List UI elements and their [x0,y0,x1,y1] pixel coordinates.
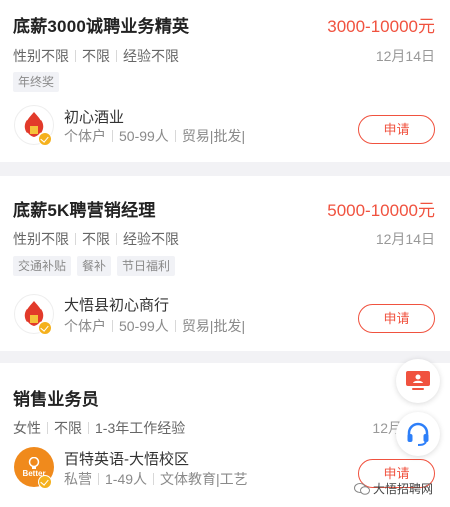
job-tag: 交通补贴 [13,256,72,276]
req-education: 不限 [54,420,82,436]
lightbulb-icon [28,456,40,469]
job-title[interactable]: 底薪5K聘营销经理 [13,196,156,221]
job-salary: 3000-10000元 [327,17,435,36]
company-size: 50-99人 [119,318,169,334]
floating-service-button[interactable] [396,412,440,456]
floating-resume-button[interactable] [396,359,440,403]
apply-button[interactable]: 申请 [358,115,435,144]
job-date: 12月14日 [375,48,435,64]
company-info: 私营 1-49人 文体教育|工艺 [64,469,248,489]
headset-icon [407,422,429,446]
job-card[interactable]: 底薪3000诚聘业务精英 3000-10000元 性别不限 不限 经验不限 12月1… [0,0,450,162]
company-industry: 贸易|批发| [181,128,246,144]
job-card[interactable]: 底薪5K聘营销经理 5000-10000元 性别不限 不限 经验不限 12月14日 … [0,176,450,351]
company-size: 50-99人 [119,128,169,144]
verified-badge-icon [38,132,52,146]
job-tag: 节日福利 [117,256,176,276]
req-gender: 女性 [13,420,41,436]
verified-badge-icon [38,475,52,489]
job-tag: 餐补 [77,256,112,276]
job-tags: 年终奖 [13,72,60,92]
company-type: 个体户 [64,128,106,144]
company-type: 私营 [64,471,92,487]
company-name[interactable]: 百特英语-大悟校区 [64,448,189,469]
company-info: 个体户 50-99人 贸易|批发| [64,316,245,336]
req-experience: 1-3年工作经验 [95,420,186,436]
job-title[interactable]: 底薪3000诚聘业务精英 [13,12,189,37]
apply-button[interactable]: 申请 [358,304,435,333]
job-tag: 年终奖 [13,72,60,92]
job-date: 12月14日 [375,231,435,247]
req-education: 不限 [82,231,110,247]
job-title[interactable]: 销售业务员 [13,385,99,410]
req-gender: 性别不限 [13,48,69,64]
watermark: 大悟招聘网 [354,480,433,497]
req-experience: 经验不限 [123,48,179,64]
company-name[interactable]: 初心酒业 [64,106,124,127]
verified-badge-icon [38,321,52,335]
monitor-icon [406,371,430,390]
job-salary: 5000-10000元 [327,201,435,220]
watermark-text: 大悟招聘网 [373,482,434,496]
wechat-icon [354,482,370,495]
company-industry: 文体教育|工艺 [160,471,248,487]
req-education: 不限 [82,48,110,64]
job-requirements: 性别不限 不限 经验不限 [13,46,179,66]
company-name[interactable]: 大悟县初心商行 [64,294,169,315]
company-size: 1-49人 [105,471,148,487]
job-requirements: 性别不限 不限 经验不限 [13,229,179,249]
req-experience: 经验不限 [123,231,179,247]
job-requirements: 女性 不限 1-3年工作经验 [13,418,185,438]
company-industry: 贸易|批发| [181,318,246,334]
job-tags: 交通补贴 餐补 节日福利 [13,256,176,276]
req-gender: 性别不限 [13,231,69,247]
company-type: 个体户 [64,318,106,334]
company-info: 个体户 50-99人 贸易|批发| [64,126,245,146]
